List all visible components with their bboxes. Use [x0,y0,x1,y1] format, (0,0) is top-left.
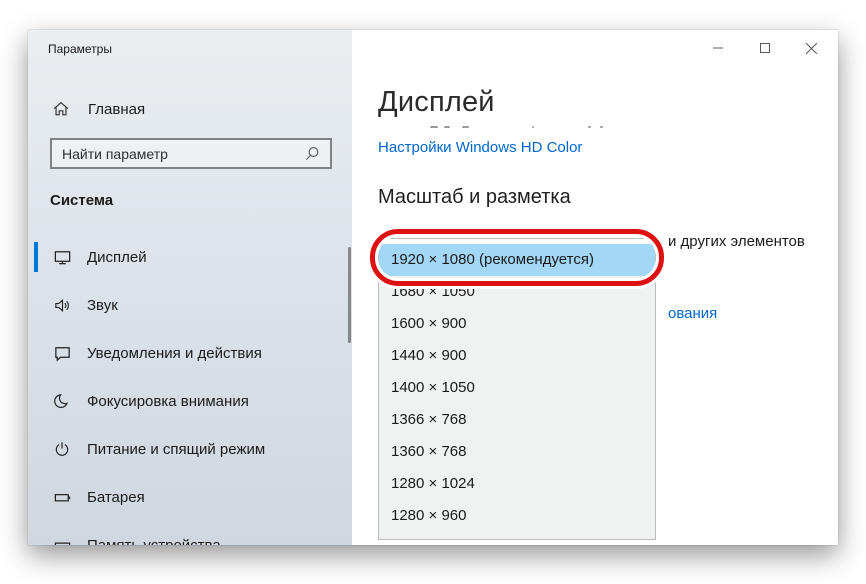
sidebar-item-storage[interactable]: Память устройства [28,521,352,545]
resolution-option[interactable]: 1280 × 1024 [379,468,655,500]
resolution-option[interactable]: 1360 × 768 [379,436,655,468]
focus-assist-icon [52,392,72,410]
window-controls [694,30,835,66]
sidebar-item-label: Память устройства [87,537,221,546]
sidebar-item-battery[interactable]: Батарея [28,473,352,521]
close-icon [805,42,818,55]
sidebar-nav: Дисплей Звук Уведомлен [28,233,352,545]
minimize-button[interactable] [694,30,741,66]
sidebar: Параметры Главная Найти параметр Система [28,30,352,545]
sound-icon [52,296,72,315]
settings-window: Параметры Главная Найти параметр Система [28,30,838,545]
close-button[interactable] [788,30,835,66]
page-title: Дисплей [378,86,495,119]
sidebar-item-display[interactable]: Дисплей [28,233,352,281]
minimize-icon [712,42,724,54]
search-input[interactable]: Найти параметр [50,138,332,169]
resolution-option-selected[interactable]: 1920 × 1080 (рекомендуется) [379,244,655,276]
resolution-option[interactable]: 1400 × 1050 [379,372,655,404]
sidebar-scrollbar[interactable] [348,247,351,343]
resolution-dropdown-list: 1920 × 1080 (рекомендуется) 1680 × 1050 … [378,238,656,540]
resolution-option[interactable]: 1440 × 900 [379,340,655,372]
scale-layout-heading: Масштаб и разметка [378,186,571,209]
notifications-icon [52,344,72,363]
sidebar-item-sound[interactable]: Звук [28,281,352,329]
advanced-scaling-link-fragment[interactable]: ования [668,305,717,322]
home-icon [52,100,70,118]
sidebar-item-label: Дисплей [87,249,147,266]
main-content: Дисплей Настройки Windows HD Color Масшт… [352,30,838,545]
search-placeholder: Найти параметр [62,146,304,162]
resolution-option[interactable]: 1366 × 768 [379,404,655,436]
battery-icon [52,488,72,507]
maximize-button[interactable] [741,30,788,66]
scale-label-fragment: и других элементов [668,233,805,250]
resolution-option[interactable]: 1680 × 1050 [379,276,655,308]
sidebar-item-label: Фокусировка внимания [87,393,249,410]
sidebar-item-label: Уведомления и действия [87,345,262,362]
maximize-icon [759,42,771,54]
sidebar-item-focus-assist[interactable]: Фокусировка внимания [28,377,352,425]
storage-icon [52,536,72,546]
sidebar-item-label: Звук [87,297,118,314]
sidebar-section-title: Система [50,192,113,209]
sidebar-item-label: Питание и спящий режим [87,441,265,458]
window-title: Параметры [48,42,112,56]
resolution-option[interactable]: 1280 × 960 [379,500,655,532]
sidebar-item-home[interactable]: Главная [28,90,352,128]
display-icon [52,248,72,267]
sidebar-item-label: Батарея [87,489,145,506]
home-label: Главная [88,101,145,118]
search-icon [304,145,321,162]
resolution-option[interactable]: 1600 × 900 [379,308,655,340]
sidebar-item-notifications[interactable]: Уведомления и действия [28,329,352,377]
power-icon [52,440,72,458]
sidebar-item-power-sleep[interactable]: Питание и спящий режим [28,425,352,473]
hd-color-settings-link[interactable]: Настройки Windows HD Color [378,139,582,156]
